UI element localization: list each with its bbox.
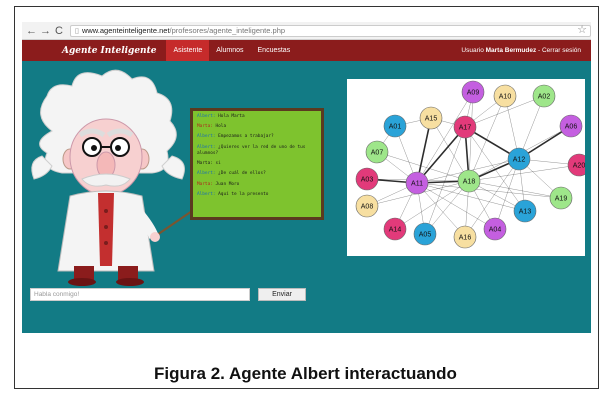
- app-body: Albert: Hola Marta Marta: Hola Albert: Emp…: [22, 61, 591, 333]
- graph-node-label: A18: [463, 179, 476, 186]
- graph-node[interactable]: A02: [532, 84, 556, 108]
- page-icon: ▯: [74, 26, 79, 35]
- chat-speaker: Marta:: [197, 124, 213, 130]
- chat-speaker: Marta:: [197, 181, 213, 187]
- user-area: Usuario Marta Bermudez - Cerrar sesión: [461, 40, 581, 61]
- graph-node-label: A02: [538, 94, 551, 101]
- chat-speaker: Albert:: [197, 144, 216, 150]
- url-domain: www.agenteinteligente.net: [81, 26, 170, 35]
- graph-node[interactable]: A17: [453, 115, 477, 139]
- shirt: [98, 193, 114, 266]
- graph-node-label: A20: [573, 163, 585, 170]
- graph-node-label: A04: [489, 227, 502, 234]
- chat-speaker: Albert:: [197, 171, 216, 177]
- social-network-graph[interactable]: A01 A02 A03 A04 A06 A07 A08 A09 A10 A11 A12 A13 A14 A…: [347, 79, 585, 256]
- graph-node-label: A19: [555, 196, 568, 203]
- graph-node[interactable]: A11: [405, 171, 429, 195]
- graph-node[interactable]: A19: [549, 186, 573, 210]
- browser-toolbar: ← → C ▯ www.agenteinteligente.net /profe…: [22, 22, 591, 40]
- chat-speaker: Albert:: [197, 114, 216, 119]
- address-bar[interactable]: ▯ www.agenteinteligente.net /profesores/…: [69, 24, 591, 37]
- nav-asistente[interactable]: Asistente: [166, 40, 210, 61]
- chat-message: Albert: ¿Quieres ver la red de uno de tu…: [197, 145, 317, 158]
- chat-message: Albert: Aquí te la presento: [197, 192, 317, 198]
- graph-node-label: A01: [389, 124, 402, 131]
- chat-text: ¿De cuál de ellos?: [215, 171, 266, 177]
- right-leg: [118, 266, 138, 280]
- reload-icon[interactable]: C: [54, 25, 64, 37]
- figure-caption: Figura 2. Agente Albert interactuando: [154, 364, 457, 383]
- graph-node[interactable]: A07: [365, 140, 389, 164]
- graph-node[interactable]: A12: [507, 147, 531, 171]
- chat-message: Albert: Empezamos a trabajar?: [197, 134, 317, 140]
- graph-node-label: A13: [519, 209, 532, 216]
- graph-node[interactable]: A15: [419, 106, 443, 130]
- chat-text: Empezamos a trabajar?: [215, 134, 274, 140]
- graph-edge: [468, 180, 562, 199]
- chat-speaker: Albert:: [197, 191, 216, 197]
- app-header: Agente Inteligente Asistente Alumnos Enc…: [22, 40, 591, 61]
- graph-node[interactable]: A06: [559, 114, 583, 138]
- forward-arrow-icon[interactable]: →: [40, 25, 51, 37]
- nav-encuestas[interactable]: Encuestas: [251, 40, 298, 61]
- graph-node-label: A17: [459, 125, 472, 132]
- graph-node-label: A15: [425, 116, 438, 123]
- graph-node-label: A05: [419, 232, 432, 239]
- chat-message: Marta: Hola: [197, 124, 317, 130]
- chat-text: Aquí te la presento: [215, 191, 269, 197]
- graph-node-label: A07: [371, 150, 384, 157]
- graph-edges: [366, 91, 580, 238]
- left-leg: [74, 266, 94, 280]
- chat-message: Albert: Hola Marta: [197, 114, 317, 120]
- send-button[interactable]: Enviar: [258, 288, 306, 301]
- graph-node[interactable]: A20: [567, 153, 585, 177]
- graph-node-label: A09: [467, 90, 480, 97]
- graph-nodes: A01 A02 A03 A04 A06 A07 A08 A09 A10 A11 A12 A13 A14 A…: [355, 80, 585, 249]
- graph-node-label: A12: [513, 157, 526, 164]
- graph-node-label: A06: [565, 124, 578, 131]
- chat-message: Marta: Juan Moro: [197, 182, 317, 188]
- graph-node-label: A08: [361, 204, 374, 211]
- graph-node[interactable]: A10: [493, 84, 517, 108]
- chat-speaker: Albert:: [197, 134, 216, 140]
- graph-node-label: A11: [411, 181, 423, 188]
- user-label: Usuario: [461, 47, 484, 54]
- graph-node[interactable]: A14: [383, 217, 407, 241]
- chat-text: si: [212, 161, 221, 167]
- chat-message: Albert: ¿De cuál de ellos?: [197, 171, 317, 177]
- brand-logo[interactable]: Agente Inteligente: [62, 46, 156, 56]
- graph-node[interactable]: A04: [483, 217, 507, 241]
- chat-speaker: Marta:: [197, 161, 213, 167]
- graph-node-label: A16: [459, 235, 472, 242]
- url-path: /profesores/agente_inteligente.php: [169, 26, 286, 35]
- graph-node[interactable]: A03: [355, 167, 379, 191]
- user-name: Marta Bermudez: [485, 47, 537, 54]
- chat-message: Marta: si: [197, 161, 317, 167]
- graph-node[interactable]: A18: [457, 169, 481, 193]
- back-arrow-icon[interactable]: ←: [26, 25, 37, 37]
- chat-log: Albert: Hola Marta Marta: Hola Albert: Emp…: [190, 108, 324, 220]
- chat-text: Hola Marta: [215, 114, 245, 119]
- graph-node-label: A14: [389, 227, 402, 234]
- chat-input[interactable]: Habla conmigo!: [30, 288, 250, 301]
- logout-link[interactable]: Cerrar sesión: [542, 47, 581, 54]
- chat-text: Hola: [212, 124, 227, 130]
- nav-alumnos[interactable]: Alumnos: [209, 40, 250, 61]
- graph-node[interactable]: A05: [413, 222, 437, 246]
- graph-node[interactable]: A13: [513, 199, 537, 223]
- graph-node[interactable]: A16: [453, 225, 477, 249]
- graph-node-label: A03: [361, 177, 374, 184]
- graph-node[interactable]: A01: [383, 114, 407, 138]
- graph-node-label: A10: [499, 94, 512, 101]
- pointer-stick: [153, 210, 193, 238]
- bookmark-star-icon[interactable]: ☆: [577, 23, 587, 36]
- chat-text: Juan Moro: [212, 181, 240, 187]
- graph-node[interactable]: A08: [355, 194, 379, 218]
- graph-node[interactable]: A09: [461, 80, 485, 104]
